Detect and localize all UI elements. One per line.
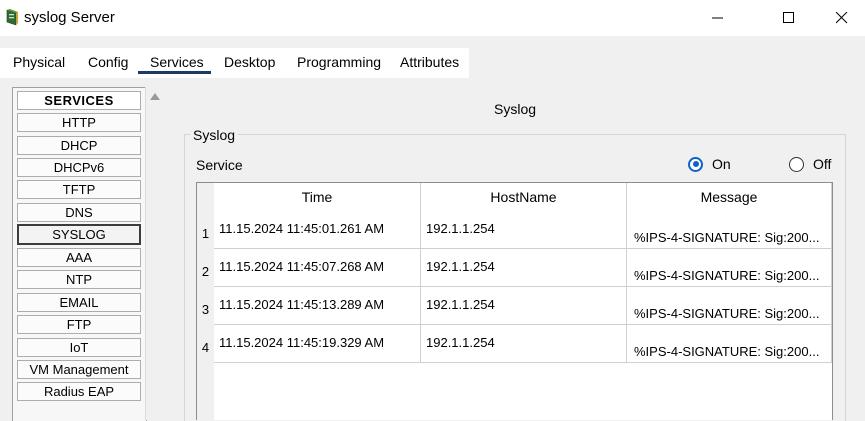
window-title: syslog Server <box>24 9 115 26</box>
minimize-button[interactable] <box>695 0 741 36</box>
service-dhcpv6-button[interactable]: DHCPv6 <box>17 158 141 177</box>
service-off-radio[interactable]: Off <box>789 156 831 172</box>
service-radius-eap-button[interactable]: Radius EAP <box>17 382 141 401</box>
services-scrollbar[interactable] <box>145 87 164 420</box>
radio-selected-icon <box>688 156 703 172</box>
service-dns-button[interactable]: DNS <box>17 203 141 222</box>
time-cell-text: 11.15.2024 11:45:13.289 AM <box>219 297 385 312</box>
row-number: 1 <box>197 211 214 249</box>
page-title: Syslog <box>494 101 537 117</box>
service-ntp-button[interactable]: NTP <box>17 270 141 289</box>
message-cell-text: %IPS-4-SIGNATURE: Sig:200... <box>634 344 820 359</box>
table-row[interactable]: 3 11.15.2024 11:45:13.289 AM 192.1.1.254… <box>197 287 833 325</box>
message-cell: %IPS-4-SIGNATURE: Sig:200... <box>627 325 832 363</box>
tab-attributes[interactable]: Attributes <box>400 54 459 70</box>
service-email-button[interactable]: EMAIL <box>17 293 141 312</box>
message-cell: %IPS-4-SIGNATURE: Sig:200... <box>627 287 832 325</box>
hostname-cell: 192.1.1.254 <box>421 249 627 287</box>
service-on-radio[interactable]: On <box>688 156 731 172</box>
service-syslog-button[interactable]: SYSLOG <box>17 224 141 245</box>
service-http-button[interactable]: HTTP <box>17 113 141 132</box>
hostname-cell-text: 192.1.1.254 <box>426 221 495 236</box>
hostname-cell: 192.1.1.254 <box>421 211 627 249</box>
server-app-icon <box>6 9 18 26</box>
service-on-label: On <box>712 156 731 172</box>
maximize-icon <box>783 12 794 23</box>
service-vm-management-button[interactable]: VM Management <box>17 360 141 379</box>
message-cell-text: %IPS-4-SIGNATURE: Sig:200... <box>634 306 820 321</box>
service-tftp-button[interactable]: TFTP <box>17 180 141 199</box>
time-cell: 11.15.2024 11:45:07.268 AM <box>214 249 421 287</box>
time-cell: 11.15.2024 11:45:01.261 AM <box>214 211 421 249</box>
time-cell-text: 11.15.2024 11:45:01.261 AM <box>219 221 385 236</box>
tab-strip: Physical Config Services Desktop Program… <box>0 48 865 78</box>
tab-programming[interactable]: Programming <box>297 54 381 70</box>
scroll-up-arrow-icon[interactable] <box>150 93 160 100</box>
services-list: SERVICES HTTP DHCP DHCPv6 TFTP DNS SYSLO… <box>12 87 147 421</box>
row-number: 2 <box>197 249 214 287</box>
tab-config[interactable]: Config <box>88 54 128 70</box>
minimize-icon <box>712 17 723 19</box>
service-off-label: Off <box>813 156 832 172</box>
radio-unselected-icon <box>789 156 804 172</box>
tab-physical[interactable]: Physical <box>13 54 65 70</box>
table-row[interactable]: 1 11.15.2024 11:45:01.261 AM 192.1.1.254… <box>197 211 833 249</box>
services-header: SERVICES <box>17 91 141 110</box>
message-cell-text: %IPS-4-SIGNATURE: Sig:200... <box>634 268 820 283</box>
hostname-cell: 192.1.1.254 <box>421 325 627 363</box>
message-cell-text: %IPS-4-SIGNATURE: Sig:200... <box>634 230 820 245</box>
time-cell: 11.15.2024 11:45:13.289 AM <box>214 287 421 325</box>
title-bar: syslog Server <box>0 0 865 36</box>
row-number: 4 <box>197 325 214 363</box>
service-label: Service <box>196 157 243 173</box>
service-dhcp-button[interactable]: DHCP <box>17 136 141 155</box>
column-header-time[interactable]: Time <box>214 183 421 211</box>
tab-services[interactable]: Services <box>150 54 204 70</box>
maximize-button[interactable] <box>766 0 812 36</box>
hostname-cell-text: 192.1.1.254 <box>426 335 495 350</box>
hostname-cell-text: 192.1.1.254 <box>426 297 495 312</box>
service-iot-button[interactable]: IoT <box>17 338 141 357</box>
time-cell: 11.15.2024 11:45:19.329 AM <box>214 325 421 363</box>
time-cell-text: 11.15.2024 11:45:19.329 AM <box>219 335 385 350</box>
message-cell: %IPS-4-SIGNATURE: Sig:200... <box>627 211 832 249</box>
table-row[interactable]: 2 11.15.2024 11:45:07.268 AM 192.1.1.254… <box>197 249 833 287</box>
close-button[interactable] <box>819 0 865 36</box>
column-header-message[interactable]: Message <box>627 183 832 211</box>
message-cell: %IPS-4-SIGNATURE: Sig:200... <box>627 249 832 287</box>
column-header-hostname[interactable]: HostName <box>421 183 627 211</box>
syslog-group-label: Syslog <box>190 127 239 143</box>
table-row[interactable]: 4 11.15.2024 11:45:19.329 AM 192.1.1.254… <box>197 325 833 363</box>
hostname-cell: 192.1.1.254 <box>421 287 627 325</box>
service-ftp-button[interactable]: FTP <box>17 315 141 334</box>
service-aaa-button[interactable]: AAA <box>17 248 141 267</box>
hostname-cell-text: 192.1.1.254 <box>426 259 495 274</box>
tab-desktop[interactable]: Desktop <box>224 54 275 70</box>
active-tab-indicator <box>138 71 211 74</box>
close-icon <box>836 12 848 24</box>
row-number: 3 <box>197 287 214 325</box>
time-cell-text: 11.15.2024 11:45:07.268 AM <box>219 259 385 274</box>
syslog-table[interactable]: Time HostName Message 1 11.15.2024 11:45… <box>196 182 833 421</box>
